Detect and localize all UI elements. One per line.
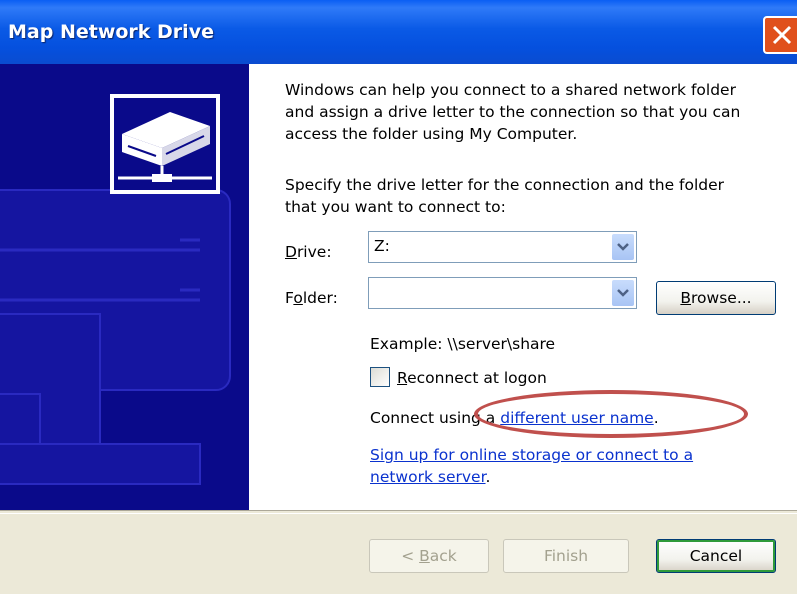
cancel-button[interactable]: Cancel: [656, 539, 776, 573]
reconnect-checkbox[interactable]: [370, 367, 390, 387]
reconnect-label[interactable]: Reconnect at logon: [397, 367, 547, 389]
chevron-down-icon: [617, 289, 629, 297]
wizard-side-panel: [0, 64, 249, 510]
signup-line-1: Sign up for online storage or connect to…: [370, 444, 693, 466]
drive-value: Z:: [374, 237, 390, 255]
instruction-line-2: that you want to connect to:: [285, 198, 506, 216]
network-drive-illustration: [0, 94, 231, 485]
footer-divider: [0, 510, 797, 514]
close-button[interactable]: [763, 16, 797, 54]
instruction-line-1: Specify the drive letter for the connect…: [285, 176, 725, 194]
drive-dropdown-button[interactable]: [612, 234, 634, 260]
folder-select[interactable]: [368, 277, 637, 309]
intro-line-3: access the folder using My Computer.: [285, 125, 578, 143]
chevron-down-icon: [617, 243, 629, 251]
drive-select[interactable]: Z:: [368, 231, 637, 263]
example-text: Example: \\server\share: [370, 335, 556, 353]
signup-line-2: network server.: [370, 468, 491, 486]
annotation-circle: [474, 390, 748, 438]
folder-label: Folder:: [285, 289, 338, 307]
folder-dropdown-button[interactable]: [612, 280, 634, 306]
signup-link[interactable]: Sign up for online storage or connect to…: [370, 446, 693, 464]
intro-line-2: and assign a drive letter to the connect…: [285, 103, 741, 121]
network-server-link[interactable]: network server: [370, 468, 486, 486]
drive-label: Drive:: [285, 243, 332, 261]
close-icon: [772, 25, 792, 45]
browse-button[interactable]: Browse...: [656, 281, 776, 315]
window-title: Map Network Drive: [8, 21, 214, 43]
back-button[interactable]: < Back: [369, 539, 489, 573]
intro-line-1: Windows can help you connect to a shared…: [285, 81, 736, 99]
finish-button[interactable]: Finish: [503, 539, 629, 573]
title-bar[interactable]: Map Network Drive: [0, 0, 797, 64]
